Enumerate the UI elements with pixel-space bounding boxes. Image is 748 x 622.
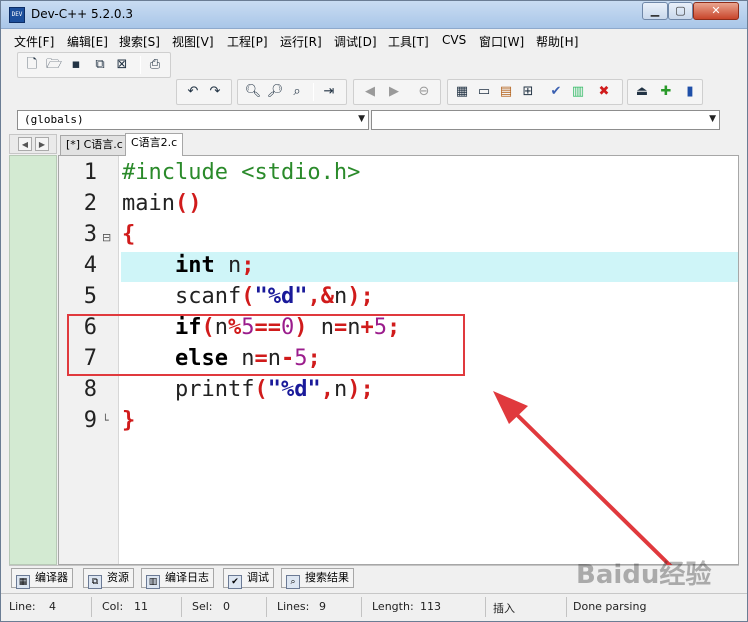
- tab-search-results[interactable]: ⌕ 搜索结果: [281, 568, 354, 589]
- tab-compiler[interactable]: ▦ 编译器: [11, 568, 73, 589]
- status-col-value: 11: [134, 600, 148, 613]
- status-lines-label: Lines:: [277, 600, 310, 613]
- compiler-icon: ▦: [16, 575, 30, 589]
- search-results-icon: ⌕: [286, 575, 300, 589]
- compile-log-icon: ▥: [146, 575, 160, 589]
- status-separator: [266, 597, 267, 617]
- status-line-label: Line:: [9, 600, 36, 613]
- tab-resources[interactable]: ⧉ 资源: [83, 568, 134, 589]
- resources-icon: ⧉: [88, 575, 102, 589]
- tab-c-file-2[interactable]: C语言2.c: [125, 133, 184, 156]
- status-separator: [91, 597, 92, 617]
- status-lines-value: 9: [319, 600, 326, 613]
- status-line-value: 4: [49, 600, 56, 613]
- baidu-watermark: Baidu经验: [576, 560, 712, 590]
- status-separator: [566, 597, 567, 617]
- status-separator: [361, 597, 362, 617]
- status-sel-value: 0: [223, 600, 230, 613]
- status-separator: [485, 597, 486, 617]
- status-length-label: Length:: [372, 600, 414, 613]
- annotation-arrow: [493, 391, 693, 588]
- status-insert-mode: 插入: [493, 602, 515, 615]
- status-bar: Line: 4 Col: 11 Sel: 0 Lines: 9 Length: …: [1, 593, 747, 621]
- status-parse: Done parsing: [573, 600, 647, 613]
- tab-compile-log[interactable]: ▥ 编译日志: [141, 568, 214, 589]
- debug-icon: ✔: [228, 575, 242, 589]
- tab-debug[interactable]: ✔ 调试: [223, 568, 274, 589]
- app-window: DEV Dev-C++ 5.2.0.3 ▁ ▢ ✕ 文件[F] 编辑[E] 搜索…: [0, 0, 748, 622]
- status-length-value: 113: [420, 600, 441, 613]
- status-sel-label: Sel:: [192, 600, 213, 613]
- status-col-label: Col:: [102, 600, 124, 613]
- status-separator: [181, 597, 182, 617]
